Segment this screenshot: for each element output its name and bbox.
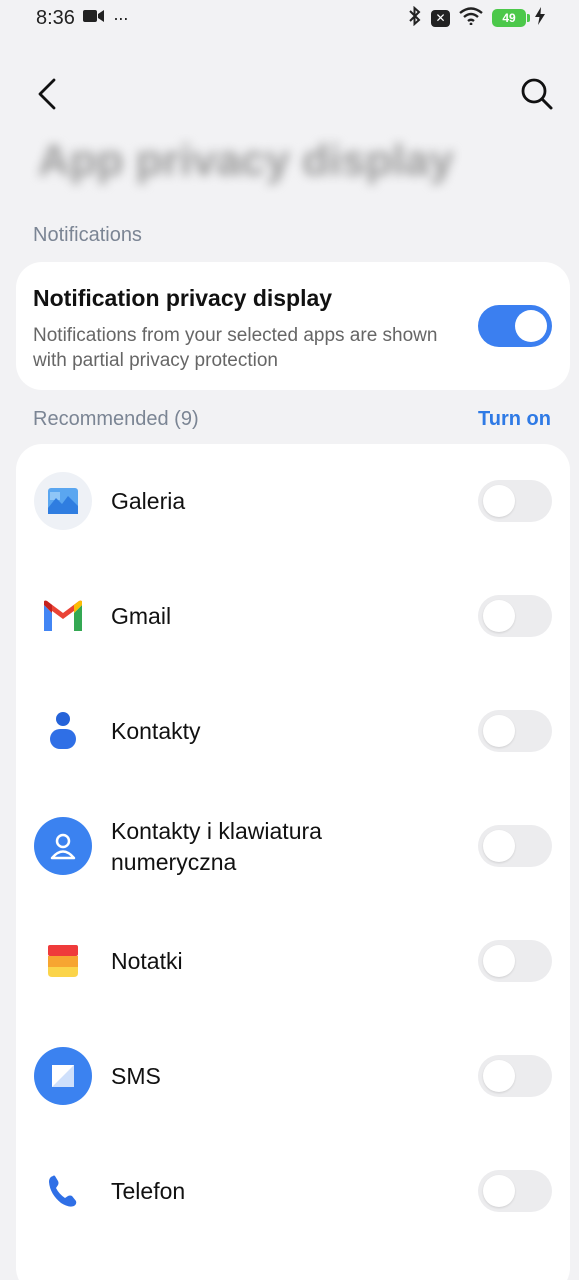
back-button[interactable] [30, 74, 64, 114]
search-icon [521, 78, 553, 110]
app-toggle-notatki[interactable] [478, 940, 552, 982]
app-row-telefon[interactable]: Telefon [16, 1134, 570, 1249]
toggle-knob [483, 830, 515, 862]
wifi-icon [459, 6, 483, 30]
app-name: Notatki [111, 948, 183, 974]
app-row-notatki[interactable]: Notatki [16, 904, 570, 1019]
app-toggle-galeria[interactable] [478, 480, 552, 522]
notification-privacy-description: Notifications from your selected apps ar… [33, 325, 438, 371]
app-name: Kontakty i klawiatura numeryczna [111, 818, 322, 875]
gmail-icon [34, 587, 92, 645]
video-icon [82, 7, 105, 30]
app-row-sms[interactable]: SMS [16, 1019, 570, 1134]
app-toggle-sms[interactable] [478, 1055, 552, 1097]
notes-icon [34, 932, 92, 990]
notification-privacy-card[interactable]: Notification privacy display Notificatio… [16, 262, 570, 390]
status-right: ✕ 49 [408, 5, 545, 31]
toggle-knob [483, 600, 515, 632]
status-left: 8:36 ··· [36, 6, 129, 30]
status-bar: 8:36 ··· ✕ 49 [0, 0, 579, 36]
bluetooth-icon [408, 5, 422, 31]
section-label-recommended: Recommended (9) [33, 408, 199, 430]
page-title: App privacy display [38, 136, 454, 185]
toggle-knob [483, 1175, 515, 1207]
toggle-knob [515, 310, 547, 342]
battery-indicator: 49 [492, 9, 530, 27]
toggle-knob [483, 485, 515, 517]
app-toggle-telefon[interactable] [478, 1170, 552, 1212]
section-label-notifications: Notifications [33, 224, 142, 246]
app-toggle-kontakty-klawiatura[interactable] [478, 825, 552, 867]
app-row-gmail[interactable]: Gmail [16, 559, 570, 674]
notification-privacy-toggle[interactable] [478, 305, 552, 347]
app-name: Galeria [111, 488, 186, 514]
toggle-knob [483, 715, 515, 747]
recommended-apps-card: Galeria Gmail Kontakty Kontakty i klawia… [16, 444, 570, 1280]
app-row-kontakty-klawiatura[interactable]: Kontakty i klawiatura numeryczna [16, 789, 570, 904]
status-time: 8:36 [36, 6, 75, 29]
contacts-icon [34, 702, 92, 760]
app-toggle-kontakty[interactable] [478, 710, 552, 752]
sms-icon [34, 1047, 92, 1105]
app-row-kontakty[interactable]: Kontakty [16, 674, 570, 789]
app-name: Gmail [111, 603, 172, 629]
toggle-knob [483, 1060, 515, 1092]
contacts-dialer-icon [34, 817, 92, 875]
status-more-dots: ··· [112, 7, 129, 28]
app-name: Telefon [111, 1178, 186, 1204]
gallery-icon [34, 472, 92, 530]
app-toggle-gmail[interactable] [478, 595, 552, 637]
toggle-knob [483, 945, 515, 977]
app-name: Kontakty [111, 718, 201, 744]
chevron-left-icon [38, 78, 56, 110]
notification-privacy-title: Notification privacy display [33, 285, 333, 311]
charging-icon [535, 6, 545, 30]
search-button[interactable] [517, 74, 557, 114]
x-box-icon: ✕ [431, 9, 450, 27]
turn-on-all-button[interactable]: Turn on [478, 408, 551, 431]
app-row-galeria[interactable]: Galeria [16, 444, 570, 559]
app-name: SMS [111, 1063, 161, 1089]
phone-icon [34, 1162, 92, 1220]
